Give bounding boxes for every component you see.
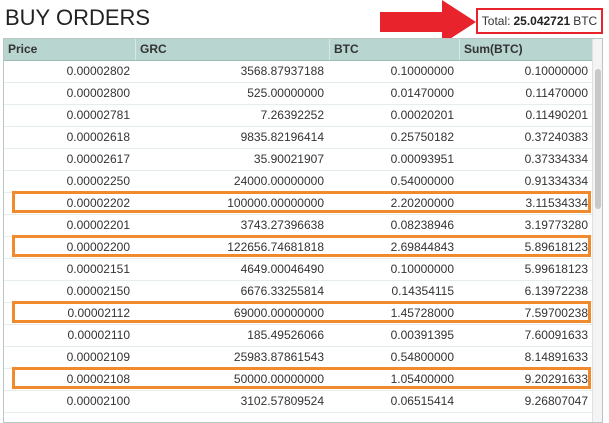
sum-btc-cell: 0.91334334 — [524, 174, 588, 188]
sum-btc-cell: 7.60091633 — [524, 328, 588, 342]
btc-cell: 0.25750182 — [390, 130, 454, 144]
price-cell: 0.00002108 — [66, 372, 130, 386]
price-cell: 0.00002200 — [66, 240, 130, 254]
btc-cell: 0.00020201 — [390, 108, 454, 122]
grc-cell: 9835.82196414 — [240, 130, 324, 144]
column-header-price[interactable]: Price — [4, 39, 136, 60]
scrollbar-thumb[interactable] — [595, 69, 601, 209]
grc-cell: 35.90021907 — [253, 152, 324, 166]
table-header: Price GRC BTC Sum(BTC) — [4, 39, 594, 61]
btc-cell: 1.45728000 — [390, 306, 454, 320]
grc-cell: 7.26392252 — [260, 108, 324, 122]
btc-cell: 0.14354115 — [391, 284, 454, 298]
grc-cell: 122656.74681818 — [227, 240, 324, 254]
price-cell: 0.00002617 — [66, 152, 130, 166]
total-label: Total: — [481, 14, 511, 28]
price-cell: 0.00002109 — [66, 350, 130, 364]
price-cell: 0.00002201 — [66, 218, 130, 232]
btc-cell: 0.00391395 — [390, 328, 454, 342]
grc-cell: 185.49526066 — [247, 328, 324, 342]
price-cell: 0.00002800 — [66, 86, 130, 100]
table-row[interactable]: 0.00002108 50000.00000000 1.05400000 9.2029… — [4, 369, 594, 391]
price-cell: 0.00002110 — [67, 328, 130, 342]
sum-btc-cell: 9.26807047 — [524, 394, 588, 408]
table-row[interactable]: 0.00002200 122656.74681818 2.69844843 5.896… — [4, 237, 594, 259]
column-header-btc[interactable]: BTC — [330, 39, 460, 60]
grc-cell: 24000.00000000 — [233, 174, 324, 188]
table-row[interactable]: 0.00002781 7.26392252 0.00020201 0.11490201 — [4, 105, 594, 127]
table-row[interactable]: 0.00002201 3743.27396638 0.08238946 3.19773… — [4, 215, 594, 237]
sum-btc-cell: 0.11490201 — [525, 108, 588, 122]
sum-btc-cell: 5.99618123 — [524, 262, 588, 276]
sum-btc-cell: 3.19773280 — [524, 218, 588, 232]
grc-cell: 3568.87937188 — [240, 64, 324, 78]
sum-btc-cell: 8.14891633 — [524, 350, 588, 364]
sum-btc-cell: 5.89618123 — [524, 240, 588, 254]
btc-cell: 0.06515414 — [390, 394, 454, 408]
sum-btc-cell: 0.37334334 — [524, 152, 588, 166]
table-row[interactable]: 0.00002202 100000.00000000 2.20200000 3.115… — [4, 193, 594, 215]
price-cell: 0.00002250 — [66, 174, 130, 188]
table-row[interactable]: 0.00002100 3102.57809524 0.06515414 9.26807… — [4, 391, 594, 413]
btc-cell: 0.10000000 — [390, 64, 454, 78]
grc-cell: 3743.27396638 — [240, 218, 324, 232]
grc-cell: 6676.33255814 — [240, 284, 324, 298]
sum-btc-cell: 0.11470000 — [525, 86, 588, 100]
total-unit: BTC — [573, 14, 598, 28]
sum-btc-cell: 6.13972238 — [524, 284, 588, 298]
sum-btc-cell: 0.37240383 — [524, 130, 588, 144]
table-row[interactable]: 0.00002151 4649.00046490 0.10000000 5.99618… — [4, 259, 594, 281]
total-summary: Total: 25.042721 BTC — [476, 8, 603, 34]
price-cell: 0.00002100 — [66, 394, 130, 408]
btc-cell: 1.05400000 — [390, 372, 454, 386]
table-row[interactable]: 0.00002617 35.90021907 0.00093951 0.3733433… — [4, 149, 594, 171]
price-cell: 0.00002151 — [66, 262, 130, 276]
column-header-sum-btc[interactable]: Sum(BTC) — [460, 39, 594, 60]
price-cell: 0.00002150 — [66, 284, 130, 298]
sum-btc-cell: 3.11534334 — [525, 196, 588, 210]
btc-cell: 2.69844843 — [390, 240, 454, 254]
price-cell: 0.00002202 — [66, 196, 130, 210]
vertical-scrollbar[interactable] — [592, 39, 602, 422]
total-value: 25.042721 — [513, 14, 571, 28]
grc-cell: 25983.87861543 — [233, 350, 324, 364]
table-row[interactable]: 0.00002250 24000.00000000 0.54000000 0.9133… — [4, 171, 594, 193]
table-row[interactable]: 0.00002150 6676.33255814 0.14354115 6.13972… — [4, 281, 594, 303]
btc-cell: 0.54800000 — [390, 350, 454, 364]
btc-cell: 0.01470000 — [390, 86, 454, 100]
table-row[interactable]: 0.00002618 9835.82196414 0.25750182 0.37240… — [4, 127, 594, 149]
grc-cell: 3102.57809524 — [240, 394, 324, 408]
grc-cell: 525.00000000 — [247, 86, 324, 100]
btc-cell: 2.20200000 — [390, 196, 454, 210]
btc-cell: 0.08238946 — [390, 218, 454, 232]
price-cell: 0.00002618 — [66, 130, 130, 144]
table-row[interactable]: 0.00002802 3568.87937188 0.10000000 0.10000… — [4, 61, 594, 83]
btc-cell: 0.54000000 — [390, 174, 454, 188]
buy-orders-table: Price GRC BTC Sum(BTC) 0.00002802 3568.87… — [3, 38, 603, 423]
sum-btc-cell: 7.59700238 — [524, 306, 588, 320]
page-title: BUY ORDERS — [5, 5, 151, 30]
grc-cell: 69000.00000000 — [233, 306, 324, 320]
price-cell: 0.00002781 — [66, 108, 130, 122]
table-row[interactable]: 0.00002109 25983.87861543 0.54800000 8.1489… — [4, 347, 594, 369]
btc-cell: 0.00093951 — [390, 152, 454, 166]
price-cell: 0.00002112 — [67, 306, 130, 320]
price-cell: 0.00002802 — [66, 64, 130, 78]
table-row[interactable]: 0.00002112 69000.00000000 1.45728000 7.5970… — [4, 303, 594, 325]
table-row[interactable]: 0.00002110 185.49526066 0.00391395 7.600916… — [4, 325, 594, 347]
grc-cell: 50000.00000000 — [233, 372, 324, 386]
table-row[interactable]: 0.00002800 525.00000000 0.01470000 0.114700… — [4, 83, 594, 105]
sum-btc-cell: 9.20291633 — [524, 372, 588, 386]
btc-cell: 0.10000000 — [390, 262, 454, 276]
column-header-grc[interactable]: GRC — [136, 39, 330, 60]
grc-cell: 100000.00000000 — [227, 196, 324, 210]
table-body: 0.00002802 3568.87937188 0.10000000 0.10000… — [4, 61, 594, 413]
sum-btc-cell: 0.10000000 — [524, 64, 588, 78]
grc-cell: 4649.00046490 — [240, 262, 324, 276]
